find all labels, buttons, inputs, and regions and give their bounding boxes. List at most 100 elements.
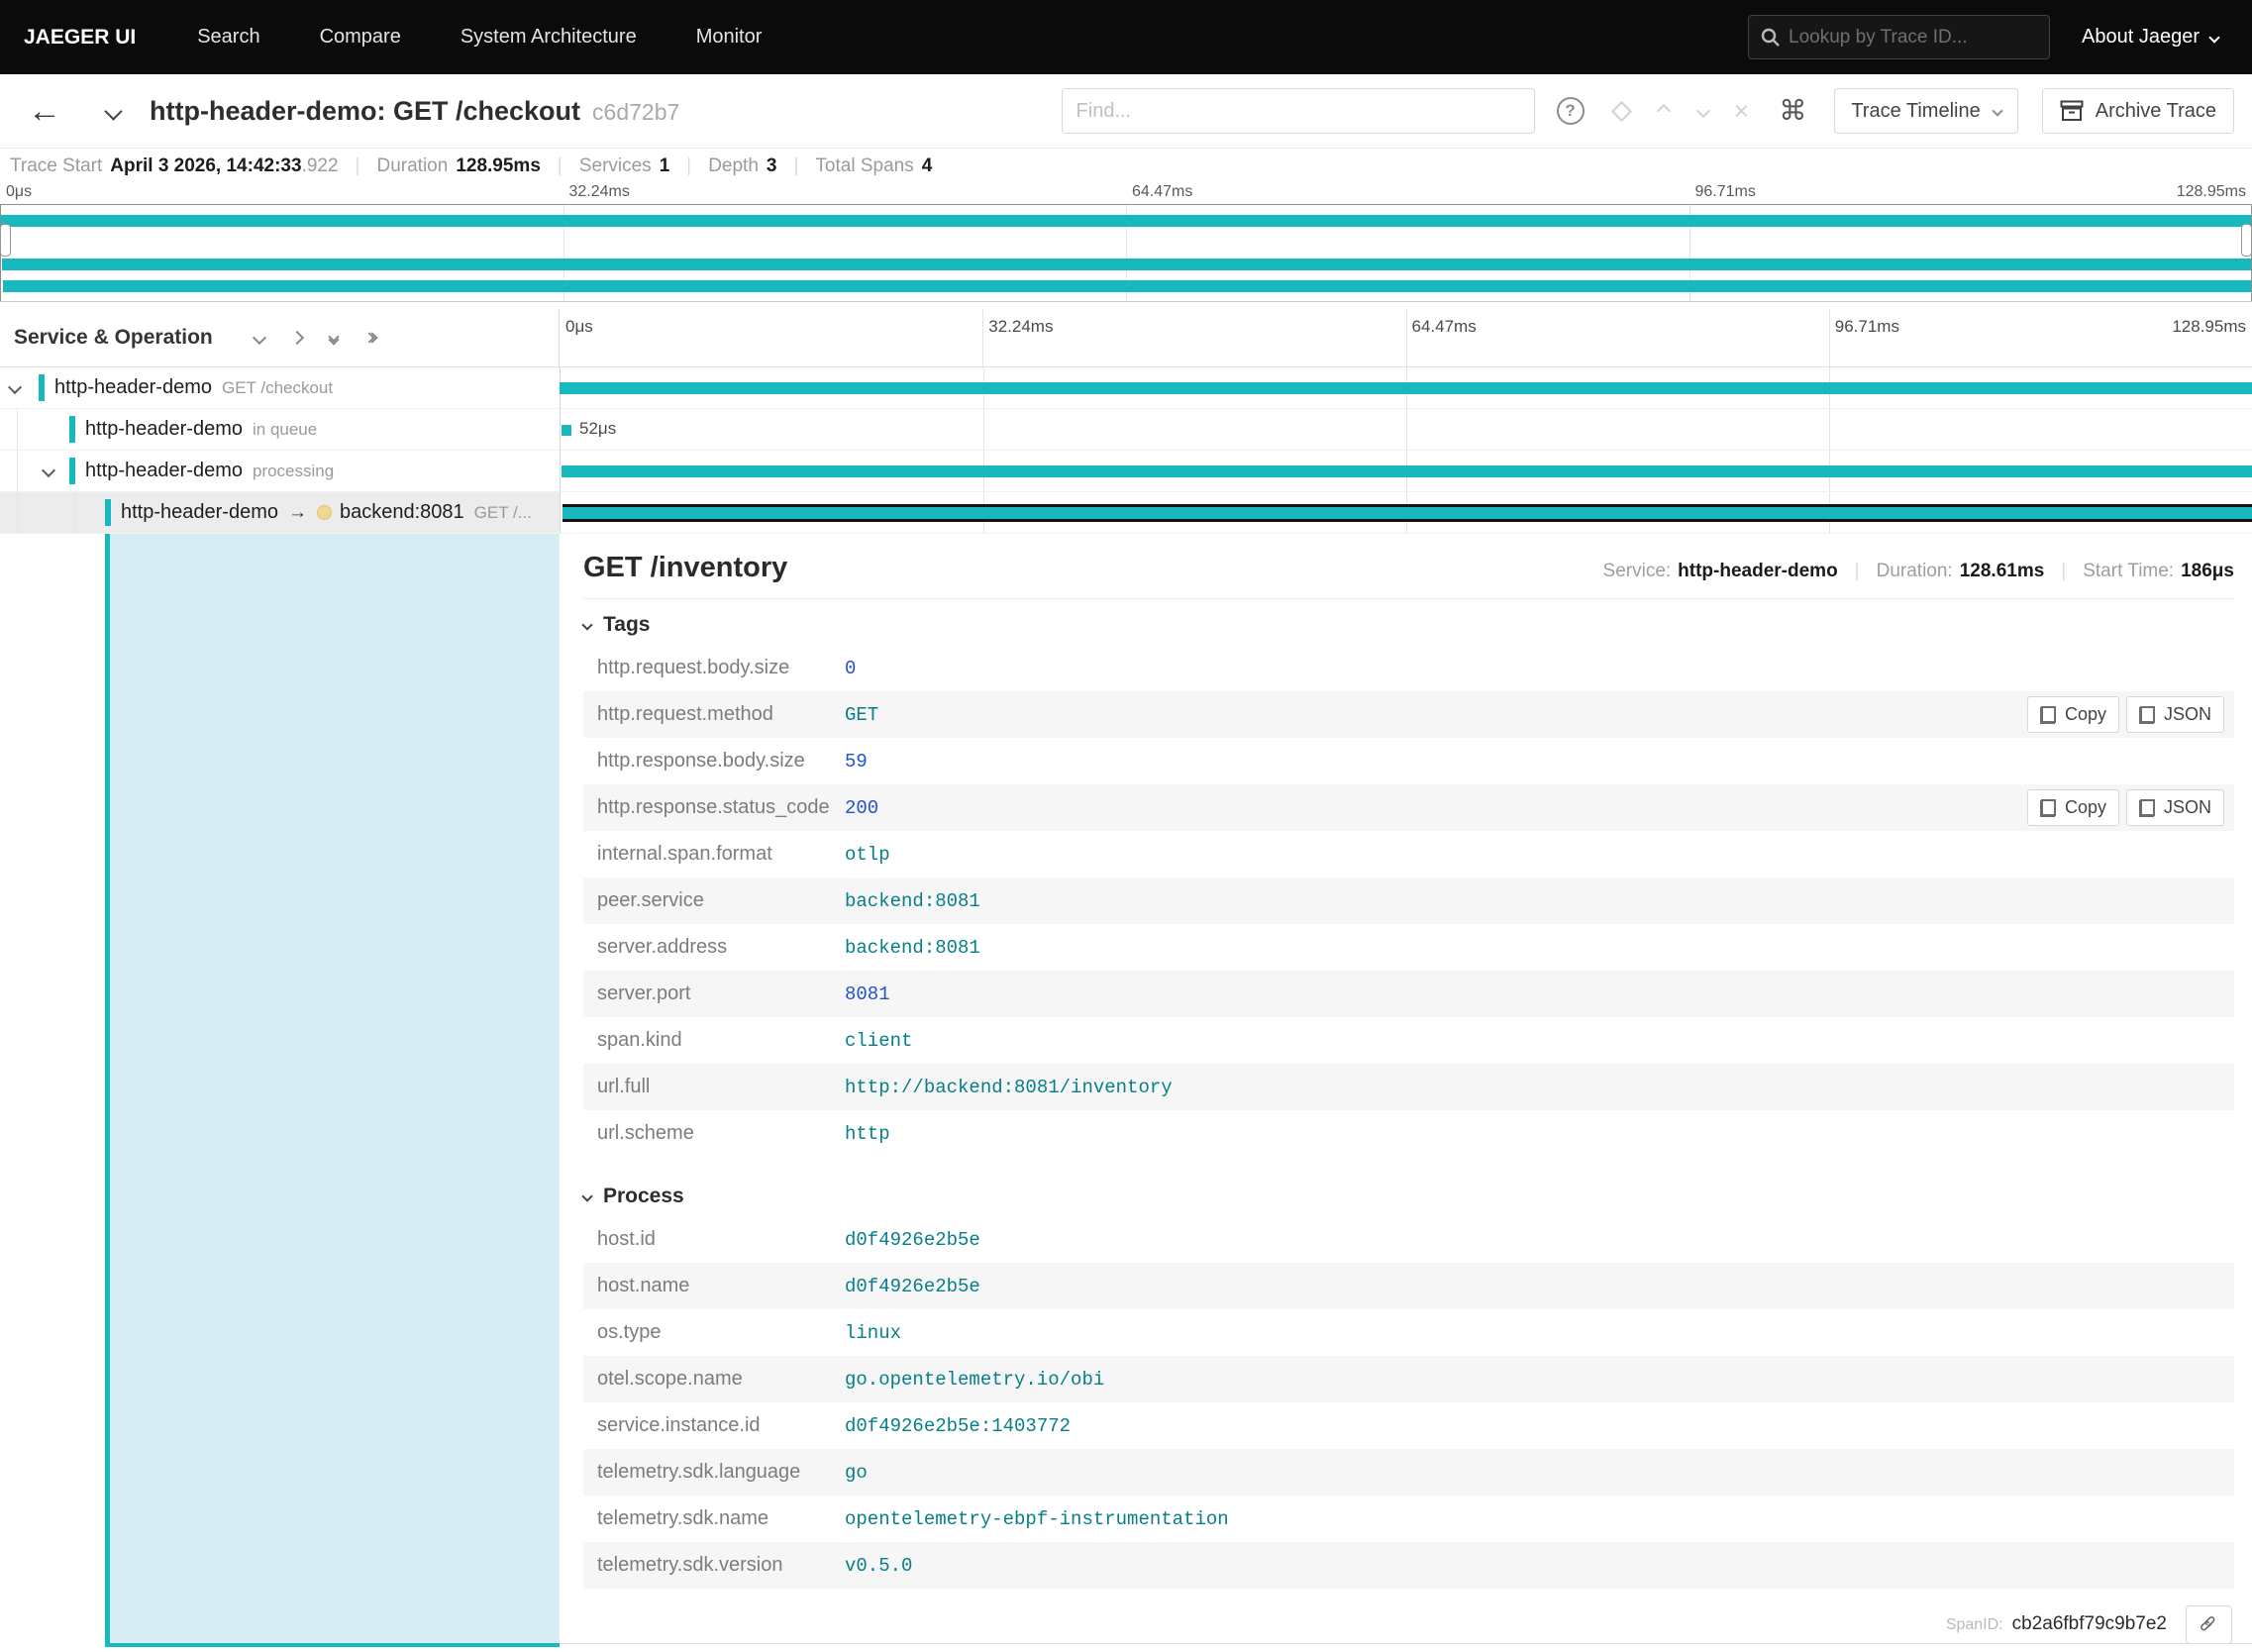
span-detail-row: GET /inventory Service: http-header-demo… (0, 534, 2252, 1652)
find-input[interactable] (1075, 99, 1520, 123)
selected-span-strip[interactable] (110, 534, 560, 1643)
span-row: http-header-demo processing (0, 451, 2252, 492)
minimap-tick-labels: 0μs 32.24ms 64.47ms 96.71ms 128.95ms (0, 183, 2252, 204)
collapse-all-icon[interactable] (328, 330, 340, 346)
json-label: JSON (2163, 797, 2211, 817)
span-row-label[interactable]: http-header-demo in queue (0, 409, 560, 450)
clear-search-icon[interactable]: × (1734, 97, 1750, 125)
span-timeline-cell[interactable] (560, 492, 2252, 533)
trace-minimap[interactable] (0, 204, 2252, 302)
about-jaeger-menu[interactable]: About Jaeger (2082, 26, 2220, 49)
kv-key: telemetry.sdk.name (597, 1507, 769, 1529)
services-label: Services (578, 155, 652, 176)
kv-key: otel.scope.name (597, 1368, 743, 1390)
deep-link-button[interactable] (2186, 1605, 2232, 1644)
copy-value-button[interactable]: Copy (2026, 789, 2119, 826)
kv-row: telemetry.sdk.name opentelemetry-ebpf-ins… (583, 1496, 2234, 1542)
service-color-bar (69, 416, 75, 443)
trace-lookup[interactable] (1748, 15, 2051, 59)
expand-all-icon[interactable] (363, 332, 378, 344)
minimap-right-handle[interactable] (2241, 224, 2252, 257)
divider (583, 598, 2234, 599)
nav-item-compare[interactable]: Compare (320, 26, 401, 49)
timeline-tick: 0μs (6, 183, 33, 200)
span-row-label[interactable]: http-header-demo processing (0, 451, 560, 491)
span-timeline-cell[interactable] (560, 367, 2252, 408)
kv-row: service.instance.id d0f4926e2b5e:1403772 (583, 1402, 2234, 1449)
process-section-toggle[interactable]: Process (581, 1185, 2234, 1208)
chevron-down-icon (581, 619, 593, 631)
next-result-icon[interactable] (1695, 103, 1710, 119)
span-row-label[interactable]: http-header-demo GET /checkout (0, 367, 560, 408)
kv-row: telemetry.sdk.version v0.5.0 (583, 1542, 2234, 1589)
kv-key: url.scheme (597, 1122, 694, 1144)
span-bar[interactable] (561, 465, 2252, 477)
kv-key: os.type (597, 1321, 662, 1343)
divider (1855, 561, 1860, 582)
kv-value: http://backend:8081/inventory (845, 1076, 1173, 1098)
collapse-one-icon[interactable] (252, 330, 266, 346)
trace-view-selector[interactable]: Trace Timeline (1834, 88, 2018, 134)
total-spans-value: 4 (921, 155, 933, 176)
keyboard-shortcuts-icon[interactable]: ⌘ (1779, 97, 1806, 125)
kv-key: service.instance.id (597, 1414, 761, 1436)
span-bar[interactable] (560, 382, 2252, 394)
span-duration-label: 52μs (579, 419, 617, 438)
prev-result-icon[interactable] (1656, 103, 1671, 119)
tags-section-toggle[interactable]: Tags (581, 613, 2234, 637)
kv-key: http.response.status_code (597, 796, 830, 818)
search-icon (1761, 28, 1780, 47)
span-caret-icon[interactable] (41, 463, 56, 478)
app-logo[interactable]: JAEGER UI (24, 26, 136, 50)
kv-key: internal.span.format (597, 843, 772, 865)
kv-key: url.full (597, 1076, 651, 1097)
kv-key: telemetry.sdk.version (597, 1554, 783, 1576)
archive-icon (2060, 100, 2084, 121)
span-timeline-cell[interactable] (560, 451, 2252, 491)
trace-id-input[interactable] (1789, 26, 2038, 49)
focus-span-icon[interactable] (1610, 100, 1632, 122)
back-button[interactable]: ← (28, 94, 61, 128)
kv-value: opentelemetry-ebpf-instrumentation (845, 1507, 1229, 1530)
find-box[interactable] (1061, 88, 1535, 134)
kv-value: linux (845, 1321, 902, 1344)
span-timeline-cell[interactable]: 52μs (560, 409, 2252, 450)
minimap-left-handle[interactable] (0, 224, 11, 257)
span-row-label[interactable]: http-header-demo → backend:8081 GET /... (0, 492, 560, 533)
nav-item-system-architecture[interactable]: System Architecture (461, 26, 637, 49)
copy-label: Copy (2064, 797, 2106, 817)
timeline-tick: 32.24ms (568, 183, 630, 200)
expand-one-icon[interactable] (289, 330, 304, 346)
kv-row: telemetry.sdk.language go (583, 1449, 2234, 1496)
kv-value: 59 (845, 750, 868, 773)
gridline (1405, 309, 1407, 366)
kv-row: http.response.body.size 59 (583, 738, 2234, 784)
copy-json-button[interactable]: JSON (2125, 696, 2224, 733)
archive-trace-button[interactable]: Archive Trace (2041, 88, 2234, 134)
span-id: SpanID: cb2a6fbf79c9b7e2 (1946, 1613, 2167, 1635)
span-caret-icon[interactable] (7, 379, 23, 395)
minimap-span-line (0, 215, 2252, 227)
nav-item-search[interactable]: Search (197, 26, 259, 49)
kv-key: server.port (597, 982, 691, 1004)
kv-value: client (845, 1029, 913, 1052)
start-time-label: Start Time: (2083, 561, 2175, 581)
kv-value: v0.5.0 (845, 1554, 913, 1577)
minimap-span-line (3, 280, 2252, 292)
copy-json-button[interactable]: JSON (2125, 789, 2224, 826)
collapse-trace-chevron-icon[interactable] (104, 101, 123, 121)
copy-value-button[interactable]: Copy (2026, 696, 2119, 733)
chevron-down-icon (581, 1190, 593, 1202)
span-bar[interactable] (562, 425, 571, 436)
nav-item-monitor[interactable]: Monitor (696, 26, 763, 49)
service-value: http-header-demo (1678, 561, 1838, 581)
help-icon[interactable]: ? (1556, 97, 1585, 125)
indent-guide (17, 409, 18, 450)
span-detail-header: GET /inventory Service: http-header-demo… (583, 552, 2234, 584)
chevron-down-icon (1992, 105, 2003, 117)
kv-value: otlp (845, 843, 890, 866)
span-id-value: cb2a6fbf79c9b7e2 (2011, 1613, 2167, 1634)
span-stats: Service: http-header-demo Duration: 128.… (1603, 561, 2234, 582)
span-strip-underline (105, 1643, 560, 1647)
span-bar[interactable] (562, 504, 2252, 522)
